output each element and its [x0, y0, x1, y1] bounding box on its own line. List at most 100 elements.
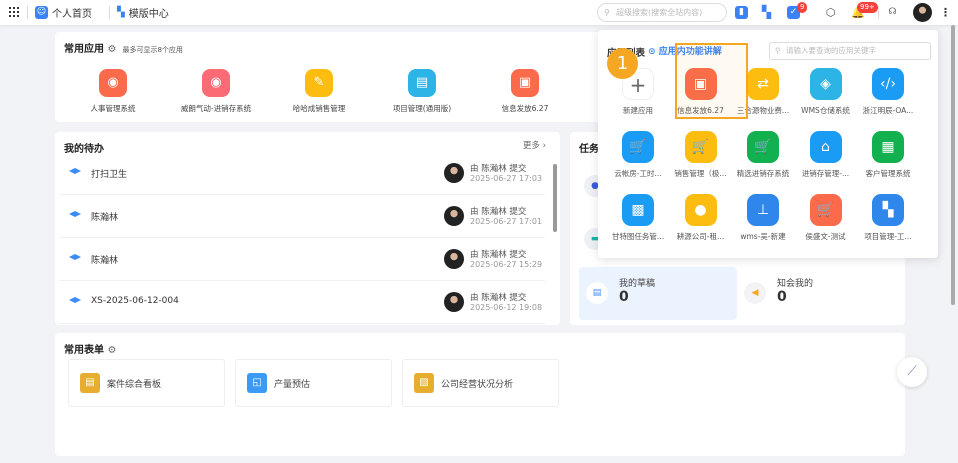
submitter-avatar: [444, 292, 464, 312]
contacts-icon[interactable]: ▮: [735, 6, 748, 19]
popup-app-item[interactable]: 🛒 销售管理（极...: [670, 131, 732, 179]
magic-wand-button[interactable]: ⟋: [897, 357, 927, 387]
common-app-item[interactable]: ✎ 哈哈成销售管理: [279, 69, 359, 114]
cart-icon: 🛒: [684, 131, 717, 163]
popup-app-item[interactable]: 🛒 侯盛文-测试: [795, 194, 857, 242]
todo-title: XS-2025-06-12-004: [91, 296, 179, 306]
form-label: 公司经营状况分析: [441, 380, 514, 390]
more-label: 更多: [522, 141, 540, 151]
app-label: 新建应用: [623, 106, 653, 115]
layers-icon: [69, 254, 81, 260]
submitted-by: 由 陈瀚林 提交: [470, 207, 527, 217]
form-item[interactable]: ▧ 公司经营状况分析: [402, 359, 559, 407]
widgets-icon: ▚: [872, 194, 904, 226]
submitter-avatar: [444, 249, 464, 269]
common-app-item[interactable]: ◉ 威朗气动-进销存系统: [176, 69, 256, 114]
layers-icon: [69, 168, 81, 174]
draft-icon: ▤: [586, 282, 608, 304]
app-label: 人事管理系统: [90, 104, 136, 113]
form-label: 产量预估: [274, 380, 311, 390]
user-avatar[interactable]: [913, 3, 932, 22]
bulb-icon: ●: [684, 194, 717, 226]
cart-icon: 🛒: [622, 131, 654, 163]
todo-card: 我的待办 更多 › 打扫卫生由 陈瀚林 提交 2025-06-27 17:03 陈瀚…: [55, 132, 560, 325]
card-title: 常用表单 ⚙: [64, 341, 116, 356]
layers-icon: [69, 211, 81, 217]
app-label: 进销存管理-...: [801, 169, 850, 178]
todo-row[interactable]: 打扫卫生 由 陈瀚林 提交 2025-06-27 17:03: [59, 152, 545, 195]
common-apps-hint: 最多可显示8个应用: [122, 46, 183, 54]
template-icon: ▚: [117, 7, 125, 18]
common-app-item[interactable]: ▤ 项目管理(通用版): [382, 69, 462, 114]
form-item[interactable]: ▤ 案件综合看板: [68, 359, 225, 407]
global-search-input[interactable]: 超级搜索(搜索全站内容): [597, 3, 727, 22]
app-list-popup: 应用列表 ⊙ 应用内功能讲解 ⚲请输入要查询的应用关键字 +新建应用▣信息发放6…: [598, 30, 938, 258]
gear-icon[interactable]: ⚙: [107, 345, 116, 356]
submitter-avatar: [444, 163, 464, 183]
submitted-by: 由 陈瀚林 提交: [470, 250, 527, 260]
house-icon: ⌂: [809, 131, 842, 163]
todo-title: 打扫卫生: [91, 170, 128, 180]
speaker-icon: ◀: [744, 282, 766, 304]
todo-title: 陈瀚林: [91, 213, 119, 223]
page-scrollbar[interactable]: [951, 25, 955, 305]
hexagon-icon[interactable]: ⬡: [824, 6, 837, 19]
submitted-by: 由 陈瀚林 提交: [470, 293, 527, 303]
forms-title: 常用表单: [64, 345, 104, 356]
popup-app-item[interactable]: ⊥ wms-吴-新建: [732, 194, 794, 242]
popup-app-item[interactable]: 🛒 云帐房-工时...: [607, 131, 669, 179]
card-title: 常用应用 ⚙ 最多可显示8个应用: [64, 40, 183, 55]
popup-app-item[interactable]: ‹/› 浙江明辰-OA...: [857, 68, 919, 116]
presentation-icon: ▦: [872, 131, 904, 163]
common-forms-card: 常用表单 ⚙ ▤ 案件综合看板 ◱ 产量预估 ▧ 公司经营状况分析: [55, 333, 905, 456]
app-grid-icon[interactable]: [9, 7, 19, 17]
divider: [27, 6, 28, 19]
common-app-item[interactable]: ◉ 人事管理系统: [73, 69, 153, 114]
nav-template-center[interactable]: ▚ 模版中心: [117, 5, 169, 20]
server-icon: ▤: [408, 69, 436, 97]
todo-row[interactable]: 陈瀚林 由 陈瀚林 提交 2025-06-27 17:01: [59, 195, 545, 238]
popup-app-item[interactable]: ▦ 客户管理系统: [857, 131, 919, 179]
app-label: 项目管理-工...: [864, 232, 912, 241]
todo-row[interactable]: 陈瀚林 由 陈瀚林 提交 2025-06-27 15:29: [59, 238, 545, 281]
divider: [109, 6, 110, 19]
submitted-time: 2025-06-27 15:29: [470, 260, 543, 269]
notify-badge: 99+: [857, 2, 878, 13]
code-window-icon: ‹/›: [872, 68, 904, 100]
scrollbar[interactable]: [553, 164, 557, 232]
popup-app-item[interactable]: ⌂ 进销存管理-...: [795, 131, 857, 179]
popup-app-item[interactable]: 🛒 精选进销存系统: [732, 131, 794, 179]
cart-icon: 🛒: [809, 194, 842, 226]
tasks-title: 任务: [579, 144, 599, 155]
user-icon: ☺: [35, 6, 48, 19]
my-drafts-tile[interactable]: ▤ 我的草稿 0: [579, 267, 737, 320]
gear-icon[interactable]: ⚙: [107, 44, 116, 55]
apps-icon[interactable]: ▚: [760, 6, 773, 19]
search-placeholder: 请输入要查询的应用关键字: [786, 46, 876, 55]
app-search-input[interactable]: ⚲ 请输入要查询的应用关键字: [769, 42, 931, 60]
headset-icon[interactable]: ☊: [886, 6, 899, 19]
app-label: 浙江明辰-OA...: [862, 106, 914, 115]
app-label: 甘特图任务管...: [611, 232, 665, 241]
draft-label: 我的草稿: [619, 279, 656, 289]
nav-personal-home[interactable]: ☺ 个人首页: [35, 5, 92, 20]
more-link[interactable]: 更多 ›: [523, 139, 546, 151]
submitted-time: 2025-06-12 19:08: [470, 303, 543, 312]
form-icon: ◱: [247, 373, 267, 393]
popup-app-item[interactable]: ◈ WMS仓储系统: [795, 68, 857, 116]
popup-app-item[interactable]: ● 耕源公司-租...: [670, 194, 732, 242]
app-label: 哈哈成销售管理: [292, 104, 346, 113]
globe-icon: ◉: [202, 69, 230, 97]
cart-icon: 🛒: [747, 131, 779, 163]
todo-row[interactable]: XS-2025-06-12-004 由 陈瀚林 提交 2025-06-12 19:0…: [59, 281, 545, 324]
common-app-item[interactable]: ▣ 信息发放6.27: [485, 69, 565, 114]
cc-me-tile[interactable]: ◀ 知会我的 0: [737, 267, 895, 320]
todo-title: 陈瀚林: [91, 256, 119, 266]
popup-app-item[interactable]: ▩ 甘特图任务管...: [607, 194, 669, 242]
more-vertical-icon[interactable]: ⋮: [940, 6, 951, 19]
popup-app-item[interactable]: ▚ 项目管理-工...: [857, 194, 919, 242]
app-label: 客户管理系统: [865, 169, 911, 178]
form-item[interactable]: ◱ 产量预估: [235, 359, 392, 407]
nav-label: 个人首页: [52, 9, 92, 20]
top-bar: ☺个人首页 ▚模版中心 超级搜索(搜索全站内容) ▮ ▚ ✓ 9 ⬡ 🔔 99+…: [0, 0, 958, 25]
